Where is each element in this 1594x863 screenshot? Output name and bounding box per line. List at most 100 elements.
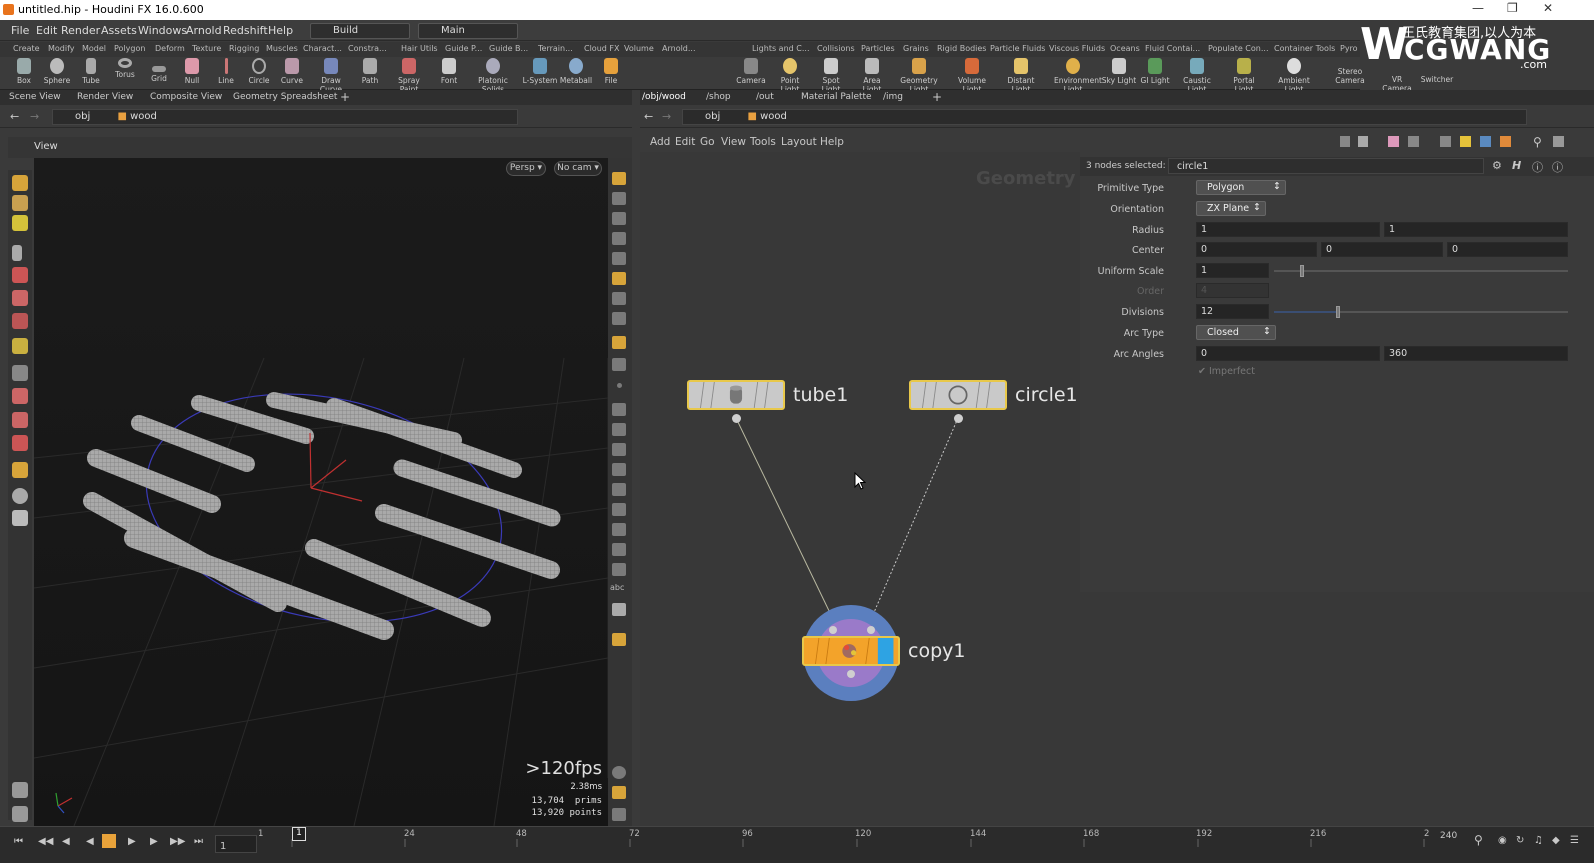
play-icon[interactable]: ▶: [128, 836, 136, 847]
tube1-node[interactable]: [687, 380, 785, 410]
shelf-tab[interactable]: Fluid Contai...: [1145, 44, 1200, 53]
back-icon[interactable]: ←: [10, 110, 19, 123]
minimize-icon[interactable]: —: [1472, 1, 1484, 15]
desktop-selector[interactable]: Build: [310, 23, 410, 39]
copy1-label[interactable]: copy1: [908, 640, 965, 662]
gear-icon[interactable]: ⚙: [1492, 159, 1502, 172]
circle1-output-connector[interactable]: [954, 414, 963, 423]
right-path-field[interactable]: obj ■ wood: [682, 109, 1527, 125]
arc-angle-start-field[interactable]: 0: [1196, 346, 1380, 361]
snap-grid-icon[interactable]: [612, 523, 626, 536]
menu-edit[interactable]: Edit: [36, 24, 57, 37]
menu-file[interactable]: File: [11, 24, 29, 37]
shelf-tab[interactable]: Pyro: [1340, 44, 1358, 53]
uniform-scale-field[interactable]: 1: [1196, 263, 1269, 278]
tab-composite-view[interactable]: Composite View: [150, 92, 222, 102]
net-menu-view[interactable]: View: [721, 136, 746, 148]
perspective-menu[interactable]: Persp ▾: [506, 161, 546, 176]
key-icon[interactable]: ◆: [1552, 835, 1560, 846]
divisions-knob[interactable]: [1336, 306, 1340, 318]
current-frame-field[interactable]: 1: [215, 835, 257, 853]
tool-stereo-camera[interactable]: Stereo Camera: [1331, 67, 1369, 85]
info-icon[interactable]: ⓘ: [1532, 159, 1543, 175]
magnet-icon[interactable]: [12, 435, 28, 451]
shelf-tab[interactable]: Texture: [192, 44, 221, 53]
close-icon[interactable]: ✕: [1543, 1, 1553, 15]
realtime-icon[interactable]: ◉: [1498, 835, 1507, 846]
tool-path[interactable]: Path: [351, 58, 389, 85]
help-hint-icon[interactable]: [612, 633, 626, 646]
tool-font[interactable]: Font: [430, 58, 468, 85]
light-icon[interactable]: [612, 252, 626, 265]
tool-sky-light[interactable]: Sky Light: [1100, 58, 1138, 85]
uniform-scale-slider[interactable]: [1274, 270, 1568, 272]
normals-icon[interactable]: [612, 403, 626, 416]
lasso-icon[interactable]: [12, 412, 28, 428]
tool-area-light[interactable]: Area Light: [853, 58, 891, 94]
loop-icon[interactable]: ↻: [1516, 835, 1524, 846]
shelf-tab[interactable]: Volume: [624, 44, 654, 53]
path-wood[interactable]: wood: [130, 111, 157, 122]
shelf-tab[interactable]: Hair Utils: [401, 44, 438, 53]
flag-icon[interactable]: [1440, 136, 1451, 147]
tool-curve[interactable]: Curve: [273, 58, 311, 85]
pane-options-icon[interactable]: [1553, 136, 1564, 147]
imperfect-toggle[interactable]: ✔ Imperfect: [1198, 366, 1255, 377]
node-name-field[interactable]: circle1: [1168, 158, 1484, 174]
point-numbers-icon[interactable]: [612, 443, 626, 456]
image-icon[interactable]: [1480, 136, 1491, 147]
divisions-field[interactable]: 12: [1196, 304, 1269, 319]
network-view-icon[interactable]: [1388, 136, 1399, 147]
path-wood[interactable]: wood: [760, 111, 787, 122]
arc-angle-end-field[interactable]: 360: [1384, 346, 1568, 361]
shelf-tab[interactable]: Lights and C...: [752, 44, 809, 53]
path-obj[interactable]: obj: [75, 111, 90, 122]
forward-icon[interactable]: →: [30, 110, 39, 123]
menu-render[interactable]: Render: [61, 24, 100, 37]
jump-end-icon[interactable]: ⏭: [194, 836, 203, 847]
shelf-tab[interactable]: Guide B...: [489, 44, 528, 53]
note-icon[interactable]: [1460, 136, 1471, 147]
shelf-tab[interactable]: Charact...: [303, 44, 342, 53]
hat-icon[interactable]: [12, 510, 28, 526]
rotate-icon[interactable]: [12, 290, 28, 306]
wand-icon[interactable]: [612, 543, 626, 556]
shelf-tab[interactable]: Particle Fluids: [990, 44, 1045, 53]
menu-redshift[interactable]: Redshift: [223, 24, 268, 37]
label-icon[interactable]: abc: [610, 583, 630, 596]
left-path-field[interactable]: obj ■ wood: [52, 109, 518, 125]
scene-viewport[interactable]: Persp ▾ No cam ▾ >120fps 2.38ms 13,704 p…: [34, 158, 608, 826]
shelf-tab[interactable]: Deform: [155, 44, 185, 53]
playhead[interactable]: 1: [292, 827, 306, 841]
scale-icon[interactable]: [12, 313, 28, 329]
houdini-help-icon[interactable]: H: [1512, 159, 1521, 172]
step-back-icon[interactable]: ◀: [62, 836, 70, 847]
grid-view-icon[interactable]: [1408, 136, 1419, 147]
background-icon[interactable]: [612, 603, 626, 616]
tube1-label[interactable]: tube1: [793, 384, 848, 406]
shelf-tab[interactable]: Collisions: [817, 44, 855, 53]
toolbox-icon[interactable]: [612, 336, 626, 349]
select-arrow-icon[interactable]: [12, 245, 22, 261]
tool-portal-light[interactable]: Portal Light: [1225, 58, 1263, 94]
shelf-tab[interactable]: Terrain...: [538, 44, 573, 53]
stop-icon[interactable]: [102, 834, 116, 848]
tool-volume-light[interactable]: Volume Light: [953, 58, 991, 94]
tool-camera[interactable]: Camera: [732, 58, 770, 85]
copy1-input-connector[interactable]: [829, 626, 837, 634]
options-icon[interactable]: ☰: [1570, 835, 1579, 846]
network-editor[interactable]: Geometry tube1 circle1 copy1: [640, 152, 1080, 826]
net-menu-add[interactable]: Add: [650, 136, 670, 148]
magnify-icon[interactable]: ⚲: [1474, 833, 1483, 847]
tool-torus[interactable]: Torus: [106, 58, 144, 79]
normal-light-icon[interactable]: [612, 312, 626, 325]
menu-assets[interactable]: Assets: [101, 24, 137, 37]
shelf-tab[interactable]: Viscous Fluids: [1049, 44, 1105, 53]
help-icon[interactable]: ⓘ: [1552, 159, 1563, 175]
shelf-tab[interactable]: Rigid Bodies: [937, 44, 986, 53]
point-display-icon[interactable]: [617, 383, 622, 388]
shelf-tab[interactable]: Create: [13, 44, 40, 53]
copy1-output-connector[interactable]: [847, 670, 855, 678]
step-forward-key-icon[interactable]: ▶▶: [170, 836, 185, 847]
tab-shop[interactable]: /shop: [706, 92, 731, 102]
